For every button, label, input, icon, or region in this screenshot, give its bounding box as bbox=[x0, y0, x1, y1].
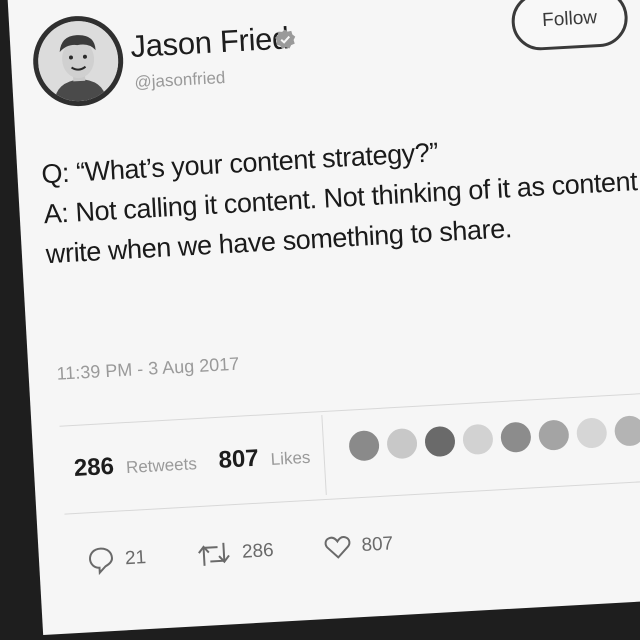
liker-avatar[interactable] bbox=[573, 415, 610, 451]
liker-avatar[interactable] bbox=[611, 412, 640, 449]
avatar-illustration bbox=[36, 18, 121, 104]
follow-button[interactable]: Follow bbox=[510, 0, 630, 52]
reply-button[interactable]: 21 bbox=[86, 543, 147, 576]
like-button[interactable]: 807 bbox=[323, 530, 394, 562]
verified-badge-icon bbox=[275, 29, 296, 49]
retweet-count: 286 bbox=[241, 539, 275, 563]
reply-count: 21 bbox=[124, 547, 147, 570]
likes-count[interactable]: 807 bbox=[218, 445, 260, 475]
liker-avatar[interactable] bbox=[535, 417, 572, 454]
avatar[interactable] bbox=[30, 13, 126, 109]
like-count: 807 bbox=[360, 533, 394, 557]
reply-icon bbox=[89, 547, 113, 576]
tweet-timestamp[interactable]: 11:39 PM - 3 Aug 2017 bbox=[56, 354, 240, 385]
divider bbox=[64, 477, 640, 515]
retweet-icon bbox=[198, 542, 230, 566]
liker-avatar[interactable] bbox=[346, 427, 383, 464]
liker-avatar[interactable] bbox=[497, 419, 534, 456]
liker-avatar[interactable] bbox=[460, 421, 496, 458]
liker-avatars bbox=[346, 411, 640, 464]
likes-label[interactable]: Likes bbox=[270, 448, 311, 470]
author-handle[interactable]: @jasonfried bbox=[134, 68, 226, 93]
action-bar: 21 286 807 bbox=[86, 527, 444, 577]
author-name[interactable]: Jason Fried bbox=[129, 20, 289, 65]
heart-icon bbox=[324, 536, 351, 559]
retweets-label[interactable]: Retweets bbox=[125, 454, 197, 478]
liker-avatar[interactable] bbox=[422, 423, 458, 460]
retweets-count[interactable]: 286 bbox=[73, 453, 115, 483]
liker-avatar[interactable] bbox=[384, 425, 420, 462]
tweet-card: Jason Fried @jasonfried Follow Q: “What’… bbox=[6, 0, 640, 635]
tweet-text: Q: “What’s your content strategy?” A: No… bbox=[40, 120, 640, 274]
retweet-button[interactable]: 286 bbox=[195, 536, 274, 570]
engagement-stats: 286 Retweets 807 Likes bbox=[73, 441, 333, 483]
